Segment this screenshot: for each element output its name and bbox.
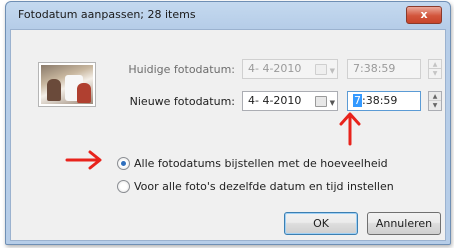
- annotation-arrow-up-icon: [339, 112, 361, 146]
- dialog-window: Fotodatum aanpassen; 28 items x Huidige …: [5, 1, 451, 245]
- radio-same-for-all[interactable]: Voor alle foto's dezelfde datum en tijd …: [117, 178, 394, 194]
- new-date-label: Nieuwe fotodatum:: [129, 95, 235, 108]
- current-date-label: Huidige fotodatum:: [128, 63, 235, 76]
- new-date-field[interactable]: 4- 4-2010 ▼: [242, 91, 338, 111]
- ok-button[interactable]: OK: [284, 212, 358, 235]
- chevron-down-icon[interactable]: ▼: [429, 101, 441, 110]
- current-time-field: 7:38:59: [347, 59, 421, 79]
- chevron-down-icon: ▼: [432, 70, 438, 77]
- calendar-icon[interactable]: [315, 96, 327, 107]
- chevron-down-icon[interactable]: ▼: [330, 94, 335, 112]
- annotation-arrow-right-icon: [65, 150, 102, 170]
- chevron-down-icon: ▼: [329, 67, 335, 75]
- chevron-up-icon[interactable]: ▲: [429, 92, 441, 101]
- new-time-field[interactable]: 7:38:59: [347, 91, 421, 111]
- radio-button[interactable]: [117, 179, 130, 193]
- chevron-up-icon: ▲: [429, 60, 441, 69]
- new-time-spinner[interactable]: ▲ ▼: [428, 91, 442, 111]
- radio-adjust-all[interactable]: Alle fotodatums bijstellen met de hoevee…: [117, 155, 388, 171]
- radio-button-selected[interactable]: [117, 156, 130, 170]
- cancel-button[interactable]: Annuleren: [367, 212, 441, 235]
- radio-same-for-all-label[interactable]: Voor alle foto's dezelfde datum en tijd …: [134, 180, 394, 193]
- dialog-title: Fotodatum aanpassen; 28 items: [18, 8, 196, 21]
- current-time-spinner: ▲ ▼: [428, 59, 442, 79]
- radio-adjust-all-label[interactable]: Alle fotodatums bijstellen met de hoevee…: [134, 157, 388, 170]
- current-date-field: 4- 4-2010 ▼: [242, 59, 338, 79]
- calendar-icon: [315, 64, 327, 75]
- dialog-body: Huidige fotodatum: 4- 4-2010 ▼ 7:38:59 ▲…: [10, 29, 446, 241]
- photo-thumbnail: [38, 62, 96, 107]
- close-button[interactable]: x: [406, 6, 442, 24]
- time-hour-selection[interactable]: 7: [353, 94, 362, 107]
